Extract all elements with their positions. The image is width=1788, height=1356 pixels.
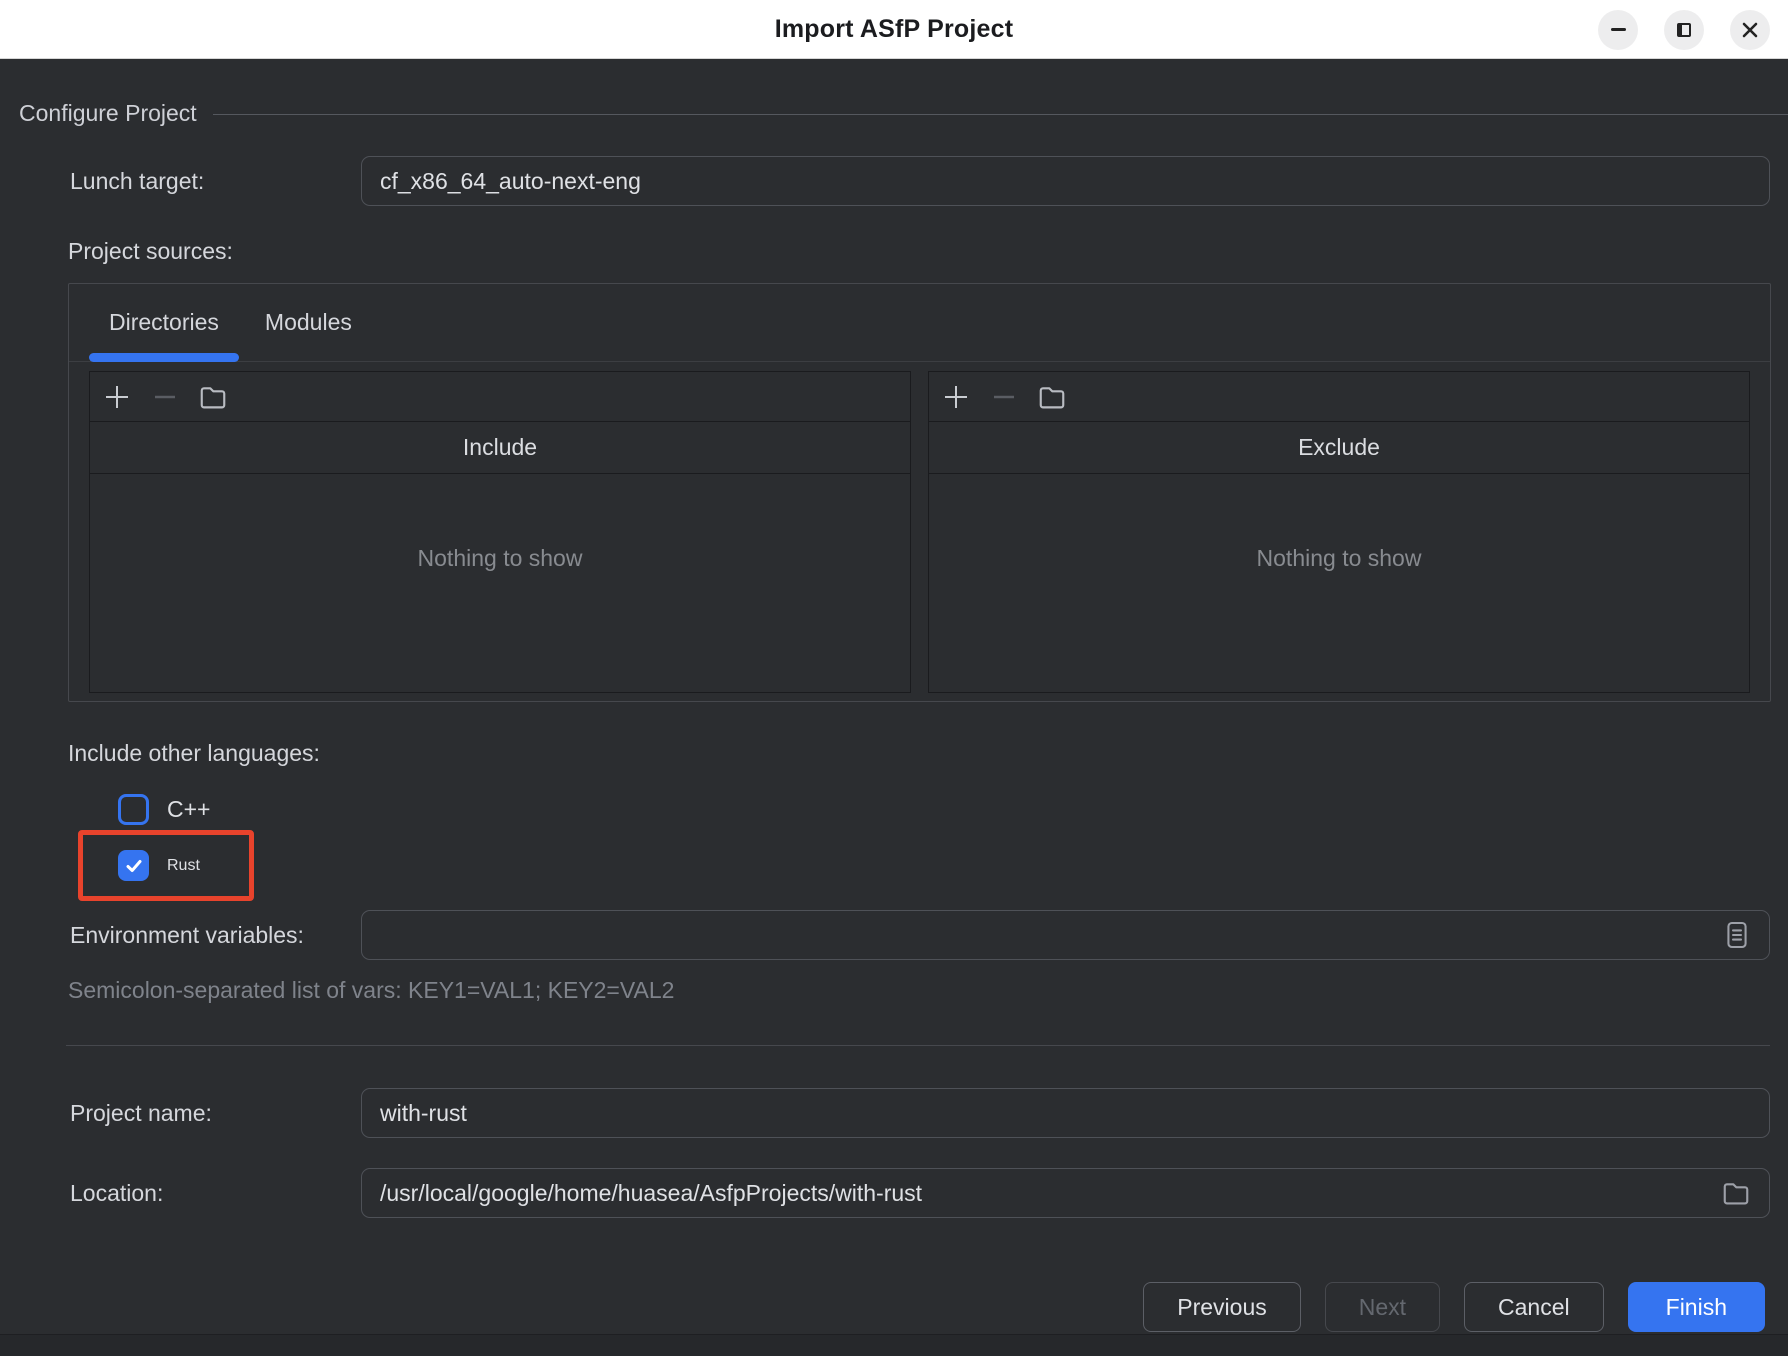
expand-list-button[interactable] [1723,919,1751,951]
project-name-row: Project name: with-rust [68,1088,1770,1138]
rust-checkbox-label: Rust [167,857,200,875]
minimize-icon [1611,28,1626,31]
dialog-bottom-strip [0,1334,1788,1356]
exclude-panel: Exclude Nothing to show [928,371,1750,693]
exclude-add-button[interactable] [939,380,973,414]
include-panel-toolbar [90,372,910,422]
browse-folder-button[interactable] [1721,1178,1751,1208]
configure-project-section: Configure Project [19,100,1788,127]
project-sources-tabstrip: Directories Modules [69,284,1770,362]
window-controls [1598,0,1770,59]
include-panel: Include Nothing to show [89,371,911,693]
exclude-choose-folder-button[interactable] [1035,380,1069,414]
rust-checkbox[interactable] [118,850,149,881]
tab-modules-label: Modules [265,309,352,336]
previous-button[interactable]: Previous [1143,1282,1300,1332]
include-other-languages-label: Include other languages: [68,740,1788,767]
minus-icon [151,383,179,411]
include-panel-header: Include [90,422,910,474]
plus-icon [103,383,131,411]
checkmark-icon [124,856,144,876]
section-divider-line [213,114,1788,115]
minus-icon [990,383,1018,411]
titlebar: Import ASfP Project [0,0,1788,59]
dialog-button-bar: Previous Next Cancel Finish [0,1282,1765,1332]
tab-directories[interactable]: Directories [89,284,239,361]
close-button[interactable] [1730,10,1770,50]
project-name-input[interactable]: with-rust [361,1088,1770,1138]
include-exclude-panels: Include Nothing to show [89,371,1750,693]
cancel-button[interactable]: Cancel [1464,1282,1604,1332]
exclude-panel-header: Exclude [929,422,1749,474]
cpp-language-row: C++ [118,794,1788,825]
selected-tab-underline [89,353,239,362]
project-name-value: with-rust [380,1100,1751,1127]
environment-variables-row: Environment variables: [68,910,1770,960]
folder-icon [198,382,228,412]
include-panel-empty-text: Nothing to show [90,474,910,692]
section-title: Configure Project [19,100,197,127]
next-button[interactable]: Next [1325,1282,1440,1332]
cpp-checkbox[interactable] [118,794,149,825]
rust-highlight-box: Rust [78,830,254,901]
form-divider [66,1045,1770,1046]
lunch-target-row: Lunch target: cf_x86_64_auto-next-eng [68,156,1770,206]
location-value: /usr/local/google/home/huasea/AsfpProjec… [380,1180,1721,1207]
include-choose-folder-button[interactable] [196,380,230,414]
tab-modules[interactable]: Modules [245,284,372,361]
tab-directories-label: Directories [109,309,219,336]
environment-variables-input[interactable] [361,910,1770,960]
cpp-checkbox-label: C++ [167,796,210,823]
lunch-target-label: Lunch target: [68,168,361,195]
project-sources-label: Project sources: [68,238,1788,265]
project-name-label: Project name: [68,1100,361,1127]
maximize-icon [1677,23,1691,37]
include-add-button[interactable] [100,380,134,414]
environment-variables-label: Environment variables: [68,922,361,949]
minimize-button[interactable] [1598,10,1638,50]
environment-variables-hint: Semicolon-separated list of vars: KEY1=V… [68,977,1788,1004]
location-label: Location: [68,1180,361,1207]
finish-button[interactable]: Finish [1628,1282,1765,1332]
lunch-target-input[interactable]: cf_x86_64_auto-next-eng [361,156,1770,206]
plus-icon [942,383,970,411]
close-icon [1741,21,1759,39]
location-row: Location: /usr/local/google/home/huasea/… [68,1168,1770,1218]
maximize-button[interactable] [1664,10,1704,50]
lunch-target-value: cf_x86_64_auto-next-eng [380,168,1751,195]
variables-list-icon [1723,919,1751,951]
exclude-panel-empty-text: Nothing to show [929,474,1749,692]
folder-icon [1037,382,1067,412]
exclude-panel-toolbar [929,372,1749,422]
dialog-title: Import ASfP Project [775,15,1014,44]
include-remove-button[interactable] [148,380,182,414]
project-sources-groupbox: Directories Modules [68,283,1771,702]
folder-icon [1721,1178,1751,1208]
location-input[interactable]: /usr/local/google/home/huasea/AsfpProjec… [361,1168,1770,1218]
import-asfp-dialog: Import ASfP Project Configure Project Lu… [0,0,1788,1356]
exclude-remove-button[interactable] [987,380,1021,414]
